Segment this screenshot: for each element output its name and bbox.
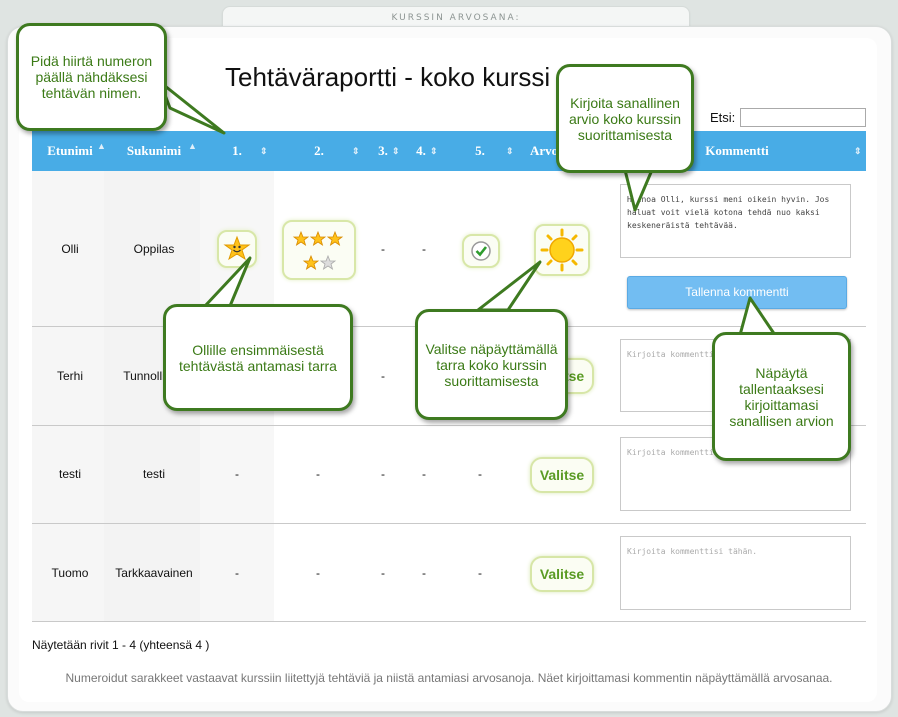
task-4-value: - bbox=[422, 467, 426, 481]
table-header: Etunimi▲ Sukunimi▲ 1.⇕ 2.⇕ 3.⇕ 4.⇕ 5.⇕ A… bbox=[32, 131, 866, 171]
search-input[interactable] bbox=[740, 108, 866, 127]
task-3-value: - bbox=[381, 242, 385, 256]
col-header-task-5[interactable]: 5. ⇕ bbox=[440, 131, 520, 171]
task-3-value: - bbox=[381, 467, 385, 481]
task-3-value: - bbox=[381, 566, 385, 580]
callout-sticker-tip: Ollille ensimmäisestä tehtävästä antamas… bbox=[163, 304, 353, 411]
first-name: Tuomo bbox=[51, 566, 89, 580]
footer-note: Numeroidut sarakkeet vastaavat kurssiin … bbox=[65, 671, 833, 685]
col-header-last-name[interactable]: Sukunimi ▲ bbox=[108, 131, 200, 171]
task-5-value: - bbox=[478, 467, 482, 481]
task-3-value: - bbox=[381, 369, 385, 383]
pagination-info: Näytetään rivit 1 - 4 (yhteensä 4 ) bbox=[32, 638, 210, 652]
page-title: Tehtäväraportti - koko kurssi bbox=[225, 62, 551, 92]
callout-save-tip: Näpäytä tallentaaksesi kirjoittamasi san… bbox=[712, 332, 851, 461]
last-name: Tarkkaavainen bbox=[115, 566, 193, 580]
task-5-value: - bbox=[478, 566, 482, 580]
comment-field[interactable]: Kirjoita kommenttisi tähän. bbox=[620, 536, 851, 610]
callout-comment-tip: Kirjoita sanallinen arvio koko kurssin s… bbox=[556, 64, 694, 173]
task-2-sticker[interactable] bbox=[282, 220, 356, 280]
task-1-value: - bbox=[235, 467, 239, 481]
smiley-star-icon bbox=[223, 235, 251, 261]
checkmark-icon bbox=[471, 241, 491, 261]
grade-sticker[interactable] bbox=[534, 224, 590, 276]
col-header-task-1[interactable]: 1. ⇕ bbox=[200, 131, 274, 171]
save-comment-button[interactable]: Tallenna kommentti bbox=[627, 276, 847, 309]
last-name: Oppilas bbox=[133, 242, 175, 256]
select-grade-button[interactable]: Valitse bbox=[530, 556, 594, 592]
task-5-sticker[interactable] bbox=[462, 234, 500, 268]
first-name: Olli bbox=[61, 242, 79, 256]
last-name: testi bbox=[142, 467, 166, 481]
task-4-value: - bbox=[422, 566, 426, 580]
task-1-sticker[interactable] bbox=[217, 230, 257, 268]
task-1-value: - bbox=[235, 566, 239, 580]
col-header-first-name[interactable]: Etunimi ▲ bbox=[32, 131, 108, 171]
three-stars-icon bbox=[292, 230, 344, 270]
callout-grade-tip: Valitse näpäyttämällä tarra koko kurssin… bbox=[415, 309, 568, 420]
col-header-task-4[interactable]: 4. ⇕ bbox=[402, 131, 440, 171]
comment-field[interactable]: Hienoa Olli, kurssi meni oikein hyvin. J… bbox=[620, 184, 851, 258]
course-grade-tab-label: KURSSIN ARVOSANA: bbox=[391, 13, 521, 23]
search-label: Etsi: bbox=[710, 110, 736, 125]
first-name: testi bbox=[58, 467, 82, 481]
task-4-value: - bbox=[422, 242, 426, 256]
select-grade-button[interactable]: Valitse bbox=[530, 457, 594, 493]
col-header-task-2[interactable]: 2. ⇕ bbox=[274, 131, 364, 171]
col-header-task-3[interactable]: 3. ⇕ bbox=[364, 131, 402, 171]
task-2-value: - bbox=[316, 467, 320, 481]
callout-hover-tip: Pidä hiirtä numeron päällä nähdäksesi te… bbox=[16, 23, 167, 131]
first-name: Terhi bbox=[56, 369, 84, 383]
task-2-value: - bbox=[316, 566, 320, 580]
sun-icon bbox=[540, 228, 584, 272]
